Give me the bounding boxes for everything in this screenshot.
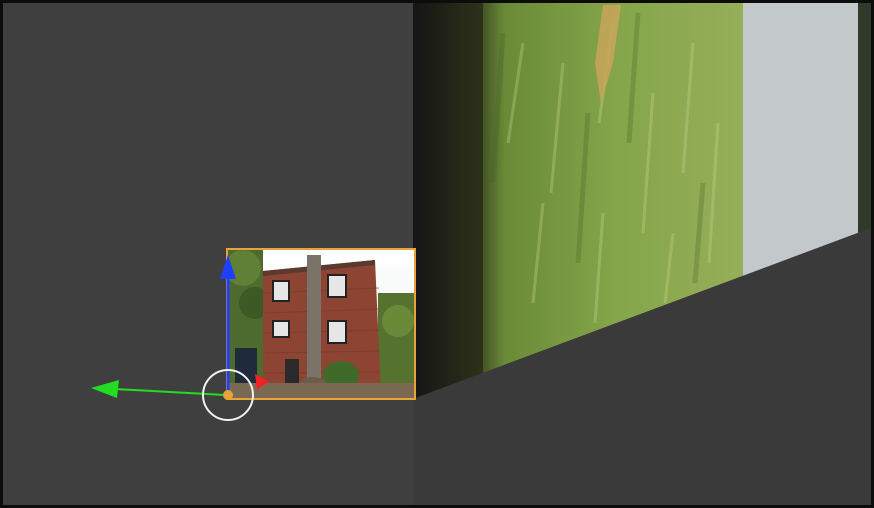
3d-viewport[interactable]: [0, 0, 874, 508]
viewport-scene[interactable]: [3, 3, 871, 505]
y-axis-arrow-icon[interactable]: [91, 380, 119, 398]
y-axis-handle[interactable]: [114, 388, 226, 396]
object-origin-icon[interactable]: [223, 390, 233, 400]
photo-plane-small[interactable]: [225, 248, 416, 400]
